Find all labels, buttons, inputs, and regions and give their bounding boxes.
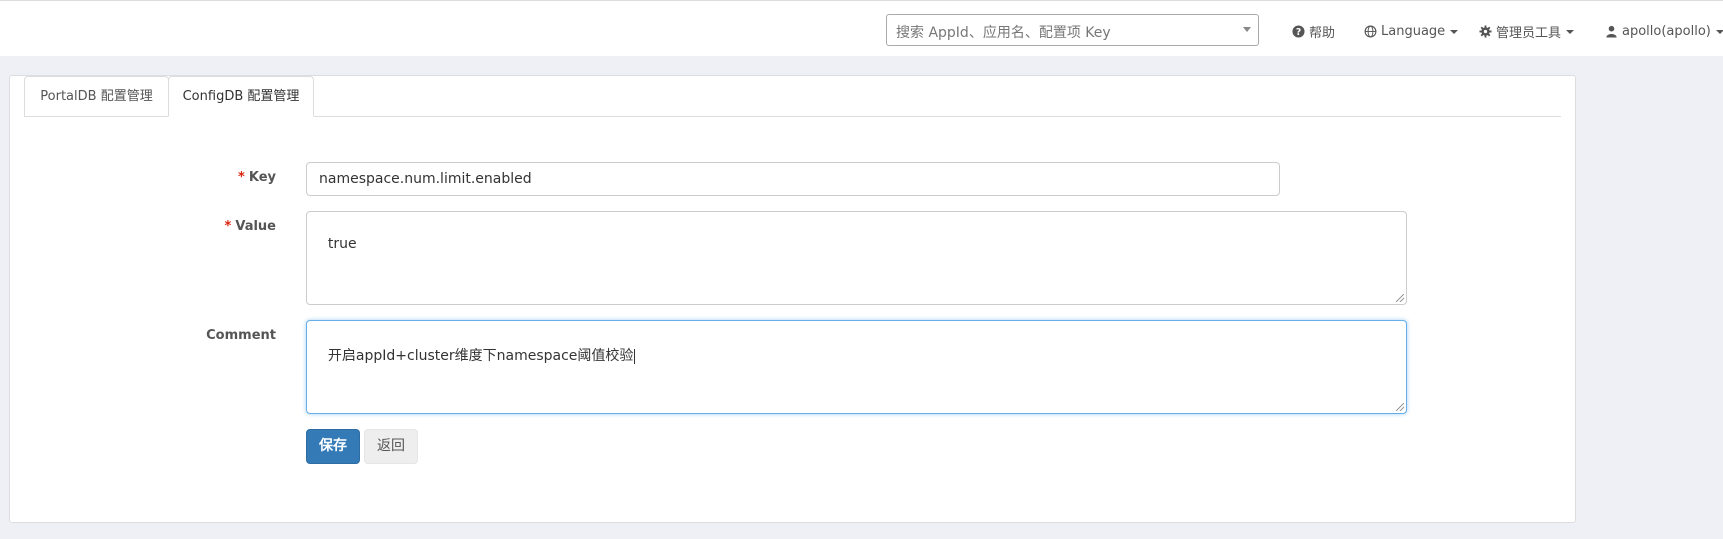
- user-label: apollo(apollo): [1622, 23, 1711, 39]
- tab-configdb[interactable]: ConfigDB 配置管理: [168, 76, 314, 117]
- value-label-text: Value: [235, 219, 276, 234]
- help-label: 帮助: [1309, 25, 1336, 41]
- comment-textarea[interactable]: 开启appId+cluster维度下namespace阈值校验: [306, 320, 1407, 414]
- language-label: Language: [1381, 23, 1446, 39]
- search-select[interactable]: 搜索 AppId、应用名、配置项 Key: [886, 14, 1259, 46]
- help-link[interactable]: ? 帮助: [1292, 22, 1336, 41]
- comment-label-text: Comment: [206, 328, 276, 343]
- admin-tools-dropdown[interactable]: 管理员工具: [1479, 22, 1575, 41]
- key-label-text: Key: [248, 170, 276, 185]
- question-circle-icon: ?: [1292, 24, 1305, 37]
- required-mark: *: [224, 219, 232, 234]
- comment-label: Comment: [196, 328, 276, 343]
- svg-text:?: ?: [1296, 26, 1301, 37]
- tab-portaldb-label: PortalDB 配置管理: [40, 89, 153, 104]
- admin-tools-label: 管理员工具: [1496, 25, 1562, 41]
- resize-handle-icon[interactable]: [1396, 294, 1404, 302]
- back-button[interactable]: 返回: [364, 429, 418, 464]
- required-mark: *: [238, 170, 245, 185]
- back-button-label: 返回: [377, 438, 405, 454]
- save-button-label: 保存: [319, 438, 347, 454]
- caret-down-icon: [1566, 30, 1575, 34]
- tab-configdb-label: ConfigDB 配置管理: [182, 89, 300, 104]
- value-textarea[interactable]: true: [306, 211, 1407, 305]
- user-icon: [1606, 25, 1617, 38]
- tab-portaldb[interactable]: PortalDB 配置管理: [24, 76, 169, 116]
- caret-down-icon: [1450, 30, 1459, 34]
- gear-icon: [1479, 24, 1492, 38]
- dropdown-arrow-icon: [1243, 27, 1251, 32]
- comment-textarea-value: 开启appId+cluster维度下namespace阈值校验: [327, 348, 634, 364]
- key-label: * Key: [232, 170, 276, 185]
- top-navbar: 搜索 AppId、应用名、配置项 Key ? 帮助 Language 管理员工具…: [0, 0, 1723, 56]
- caret-down-icon: [1715, 30, 1723, 34]
- key-input[interactable]: namespace.num.limit.enabled: [306, 162, 1280, 196]
- language-dropdown[interactable]: Language: [1364, 22, 1459, 40]
- resize-handle-icon[interactable]: [1396, 403, 1404, 411]
- text-cursor: [634, 348, 636, 364]
- value-textarea-value: true: [327, 236, 357, 252]
- value-label: * Value: [216, 219, 276, 234]
- save-button[interactable]: 保存: [306, 429, 360, 464]
- user-dropdown[interactable]: apollo(apollo): [1605, 22, 1723, 40]
- globe-icon: [1364, 25, 1377, 37]
- key-input-value: namespace.num.limit.enabled: [319, 171, 532, 187]
- search-placeholder: 搜索 AppId、应用名、配置项 Key: [896, 25, 1111, 41]
